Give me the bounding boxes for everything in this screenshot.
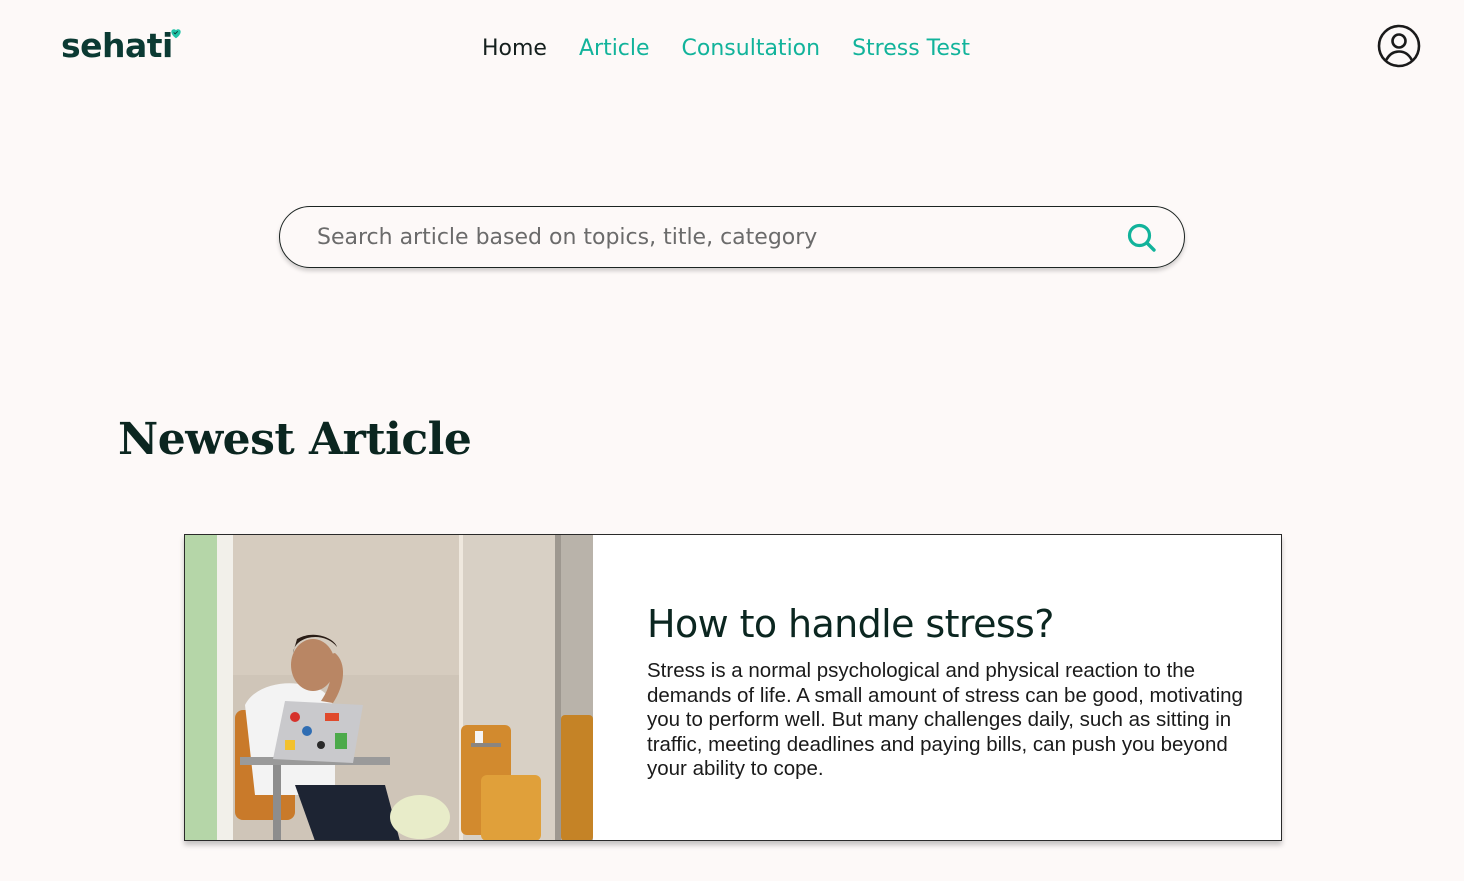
article-card[interactable]: How to handle stress? Stress is a normal… bbox=[184, 534, 1282, 841]
brand-logo[interactable]: sehati bbox=[61, 26, 181, 66]
brand-name: sehati bbox=[61, 26, 173, 65]
nav-item-article[interactable]: Article bbox=[579, 36, 650, 61]
article-title[interactable]: How to handle stress? bbox=[647, 597, 1253, 651]
heart-icon bbox=[171, 29, 181, 39]
search-input[interactable] bbox=[317, 217, 1097, 257]
main-nav: Home Article Consultation Stress Test bbox=[482, 31, 970, 65]
article-content: How to handle stress? Stress is a normal… bbox=[647, 597, 1253, 782]
article-excerpt: Stress is a normal psychological and phy… bbox=[647, 659, 1243, 780]
nav-item-consultation[interactable]: Consultation bbox=[682, 36, 821, 61]
site-header: sehati Home Article Consultation Stress … bbox=[0, 0, 1464, 96]
search-bar bbox=[279, 206, 1185, 268]
nav-item-home[interactable]: Home bbox=[482, 36, 547, 61]
search-icon[interactable] bbox=[1125, 221, 1159, 255]
section-title: Newest Article bbox=[118, 414, 472, 465]
user-circle-icon[interactable] bbox=[1377, 24, 1421, 68]
article-image bbox=[185, 535, 593, 840]
nav-item-stress-test[interactable]: Stress Test bbox=[852, 36, 970, 61]
